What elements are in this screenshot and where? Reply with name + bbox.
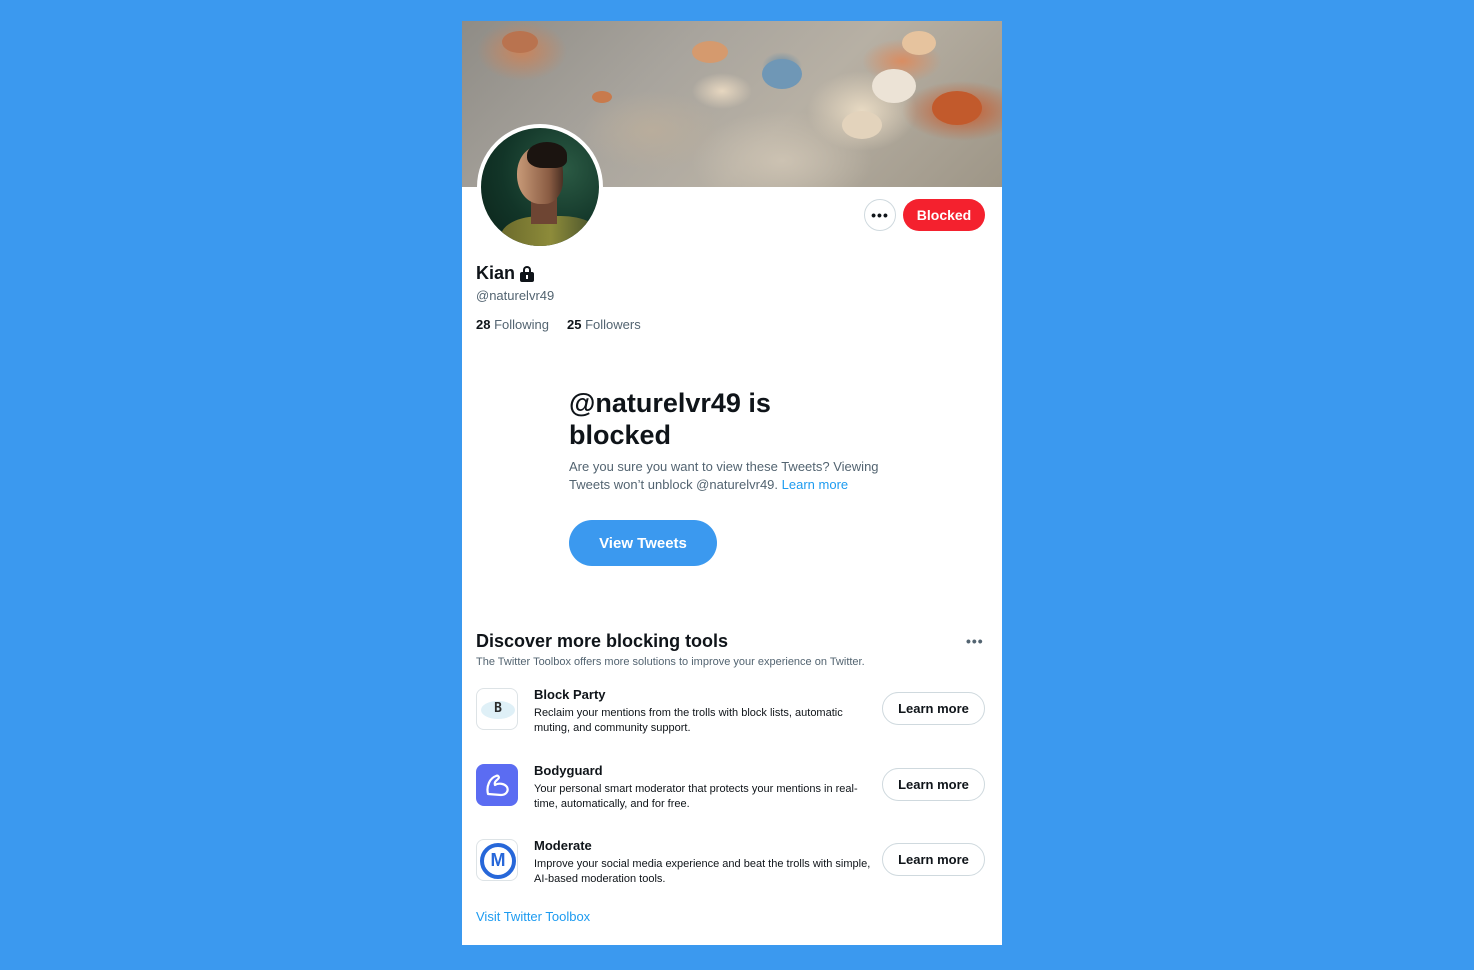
shell-shape	[692, 41, 728, 63]
shell-shape	[592, 91, 612, 103]
tool-name: Moderate	[534, 838, 592, 853]
profile-avatar[interactable]	[477, 124, 603, 250]
tool-name: Block Party	[534, 687, 606, 702]
tools-more-icon[interactable]: •••	[966, 633, 984, 649]
tool-item-block-party: B Block Party Reclaim your mentions from…	[476, 687, 986, 747]
lock-icon	[519, 265, 535, 283]
block-party-icon: B	[476, 688, 518, 730]
learn-more-button[interactable]: Learn more	[882, 843, 985, 876]
tool-description: Reclaim your mentions from the trolls wi…	[534, 707, 843, 734]
profile-name: Kian	[476, 263, 516, 283]
following-label: Following	[494, 317, 550, 332]
more-icon: •••	[871, 207, 889, 223]
profile-name-row: Kian	[476, 263, 535, 284]
following-link[interactable]: 28 Following	[476, 317, 549, 332]
profile-stats: 28 Following 25 Followers	[476, 317, 641, 332]
shell-shape	[902, 31, 936, 55]
view-tweets-button[interactable]: View Tweets	[569, 520, 717, 566]
shell-shape	[932, 91, 982, 125]
shell-shape	[842, 111, 882, 139]
learn-more-button[interactable]: Learn more	[882, 692, 985, 725]
learn-more-link[interactable]: Learn more	[782, 477, 848, 492]
followers-link[interactable]: 25 Followers	[567, 317, 641, 332]
profile-handle: @naturelvr49	[476, 288, 555, 303]
tool-item-bodyguard: Bodyguard Your personal smart moderator …	[476, 763, 986, 823]
tools-section-title: Discover more blocking tools	[476, 631, 729, 651]
avatar-hair	[527, 142, 567, 168]
tools-section-subtitle: The Twitter Toolbox offers more solution…	[476, 656, 865, 668]
tool-item-moderate: M Moderate Improve your social media exp…	[476, 838, 986, 898]
blocked-description: Are you sure you want to view these Twee…	[569, 458, 899, 494]
shell-shape	[872, 69, 916, 103]
learn-more-button[interactable]: Learn more	[882, 768, 985, 801]
visit-toolbox-link[interactable]: Visit Twitter Toolbox	[476, 909, 590, 924]
tool-description: Your personal smart moderator that prote…	[534, 783, 858, 810]
shell-shape	[502, 31, 538, 53]
profile-card: ••• Blocked Kian @naturelvr49 28 Followi…	[462, 21, 1002, 945]
followers-label: Followers	[585, 317, 641, 332]
bodyguard-flex-arm-icon	[476, 764, 518, 806]
moderate-icon: M	[476, 839, 518, 881]
tool-name: Bodyguard	[534, 763, 603, 778]
blocked-title: @naturelvr49 is blocked	[569, 388, 771, 450]
following-count: 28	[476, 317, 491, 332]
shell-shape	[762, 59, 802, 89]
followers-count: 25	[567, 317, 582, 332]
blocked-button[interactable]: Blocked	[903, 199, 985, 231]
tool-description: Improve your social media experience and…	[534, 858, 871, 885]
profile-more-button[interactable]: •••	[864, 199, 896, 231]
